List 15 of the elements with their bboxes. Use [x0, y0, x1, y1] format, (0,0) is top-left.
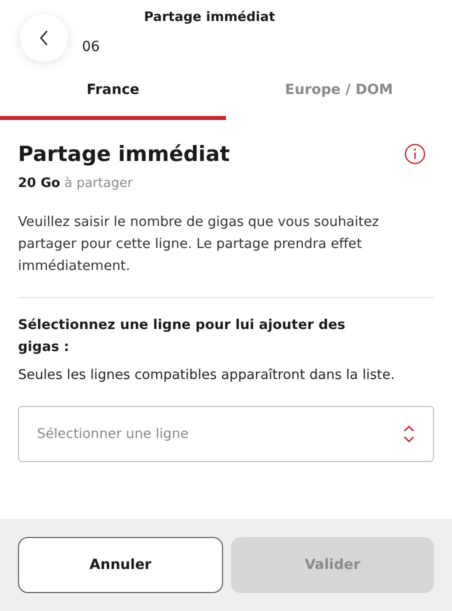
amount-label: à partager [64, 176, 133, 191]
tab[interactable]: France [0, 70, 226, 120]
tab[interactable]: Europe / DOM [226, 70, 452, 120]
select-heading: Sélectionnez une ligne pour lui ajouter des gigas : [18, 316, 346, 357]
description: Veuillez saisir le nombre de gigas que vous souhaitez partager pour cette ligne. Le partage prendra effet immédiatement. [18, 213, 380, 276]
line-select[interactable]: Sélectionner une ligne [18, 406, 434, 462]
chevron-up-down-icon [403, 425, 415, 443]
select-hint: Seules les lignes compatibles apparaîtront dans la liste. [18, 366, 396, 385]
data-amount: 20 Go [18, 176, 60, 191]
info-icon[interactable] [404, 143, 426, 165]
page-title: Partage immédiat [144, 10, 276, 25]
section-title: Partage immédiat [18, 142, 230, 166]
cancel-button[interactable]: Annuler [18, 537, 223, 593]
back-icon [39, 29, 49, 47]
line-number: 06 [82, 39, 101, 55]
